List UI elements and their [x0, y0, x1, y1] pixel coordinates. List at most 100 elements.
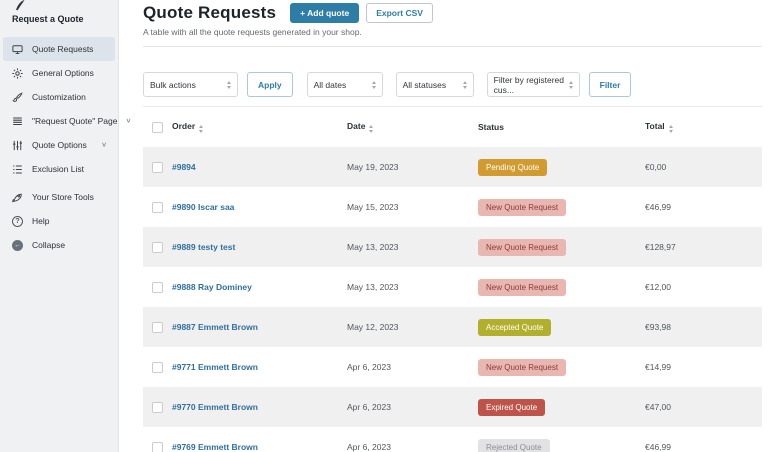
order-link[interactable]: #9888 Ray Dominey — [172, 282, 252, 292]
quote-total: €12,00 — [645, 282, 762, 292]
header-divider — [143, 46, 762, 47]
row-checkbox[interactable] — [152, 162, 163, 173]
page-header: Quote Requests + Add quote Export CSV — [143, 0, 762, 23]
column-header-total[interactable]: Total — [645, 121, 762, 133]
status-badge: Rejected Quote — [478, 439, 550, 452]
status-badge: New Quote Request — [478, 359, 566, 376]
table-row: #9769 Emmett Brown Apr 6, 2023 Rejected … — [143, 427, 762, 452]
row-checkbox[interactable] — [152, 362, 163, 373]
sidebar-item-help[interactable]: ? Help — [3, 209, 115, 233]
quotes-table: Order Date Status Total #9894 May 19, 20… — [143, 106, 762, 452]
quote-date: May 12, 2023 — [347, 322, 478, 332]
header-buttons: + Add quote Export CSV — [290, 3, 433, 23]
quote-total: €93,98 — [645, 322, 762, 332]
table-row: #9770 Emmett Brown Apr 6, 2023 Expired Q… — [143, 387, 762, 427]
select-stepper-icon — [569, 81, 573, 89]
sidebar-nav: Quote Requests General Options Customiza… — [0, 37, 118, 257]
chevron-down-icon: ∨ — [101, 142, 107, 148]
row-checkbox[interactable] — [152, 442, 163, 452]
all-statuses-value: All statuses — [403, 80, 446, 90]
sidebar-item-label: Customization — [32, 92, 86, 102]
status-badge: New Quote Request — [478, 239, 566, 256]
page-lines-icon — [11, 115, 24, 128]
collapse-circle-icon: ← — [11, 239, 24, 252]
list-icon — [11, 163, 24, 176]
sidebar-item-exclusion-list[interactable]: Exclusion List — [3, 157, 115, 181]
bulk-actions-select[interactable]: Bulk actions — [143, 72, 238, 97]
sidebar-item-label: Help — [32, 216, 49, 226]
order-link[interactable]: #9769 Emmett Brown — [172, 442, 258, 452]
export-csv-button[interactable]: Export CSV — [366, 3, 433, 23]
table-row: #9888 Ray Dominey May 13, 2023 New Quote… — [143, 267, 762, 307]
row-checkbox[interactable] — [152, 282, 163, 293]
sidebar-item-quote-requests[interactable]: Quote Requests — [3, 37, 115, 61]
sidebar-item-label: Your Store Tools — [32, 192, 94, 202]
row-checkbox[interactable] — [152, 202, 163, 213]
gear-icon — [11, 67, 24, 80]
status-badge: Pending Quote — [478, 159, 547, 176]
all-statuses-select[interactable]: All statuses — [396, 72, 474, 97]
order-link[interactable]: #9894 — [172, 162, 196, 172]
quote-date: Apr 6, 2023 — [347, 442, 478, 452]
row-checkbox[interactable] — [152, 242, 163, 253]
row-checkbox[interactable] — [152, 322, 163, 333]
sidebar-item-customization[interactable]: Customization — [3, 85, 115, 109]
column-header-status: Status — [478, 122, 645, 132]
add-quote-button[interactable]: + Add quote — [290, 3, 359, 23]
status-badge: Accepted Quote — [478, 319, 551, 336]
sidebar-item-request-quote-page[interactable]: "Request Quote" Page ∨ — [3, 109, 115, 133]
status-badge: Expired Quote — [478, 399, 545, 416]
column-header-order[interactable]: Order — [172, 121, 347, 133]
order-link[interactable]: #9890 Iscar saa — [172, 202, 234, 212]
all-dates-select[interactable]: All dates — [307, 72, 383, 97]
table-header-row: Order Date Status Total — [143, 107, 762, 147]
plugin-title: Request a Quote — [12, 14, 106, 24]
quote-total: €0,00 — [645, 162, 762, 172]
order-link[interactable]: #9771 Emmett Brown — [172, 362, 258, 372]
select-all-checkbox[interactable] — [152, 122, 163, 133]
table-row: #9771 Emmett Brown Apr 6, 2023 New Quote… — [143, 347, 762, 387]
quill-logo-icon — [12, 0, 106, 11]
sidebar-item-label: Quote Requests — [32, 44, 93, 54]
quote-total: €46,99 — [645, 202, 762, 212]
table-row: #9894 May 19, 2023 Pending Quote €0,00 — [143, 147, 762, 187]
sidebar-item-label: Exclusion List — [32, 164, 84, 174]
order-link[interactable]: #9887 Emmett Brown — [172, 322, 258, 332]
table-row: #9889 testy test May 13, 2023 New Quote … — [143, 227, 762, 267]
quote-date: May 13, 2023 — [347, 242, 478, 252]
quote-total: €47,00 — [645, 402, 762, 412]
customer-filter-value: Filter by registered cus... — [494, 75, 565, 95]
quote-total: €14,99 — [645, 362, 762, 372]
order-link[interactable]: #9770 Emmett Brown — [172, 402, 258, 412]
plugin-brand: Request a Quote — [0, 0, 118, 24]
app-window: Request a Quote Quote Requests General O… — [0, 0, 769, 452]
sidebar-item-label: General Options — [32, 68, 94, 78]
status-badge: New Quote Request — [478, 279, 566, 296]
row-checkbox[interactable] — [152, 402, 163, 413]
select-stepper-icon — [463, 81, 467, 89]
select-stepper-icon — [372, 81, 376, 89]
quote-date: May 15, 2023 — [347, 202, 478, 212]
question-circle-icon: ? — [11, 215, 24, 228]
all-dates-value: All dates — [314, 80, 347, 90]
apply-button[interactable]: Apply — [247, 72, 293, 97]
customer-filter-select[interactable]: Filter by registered cus... — [487, 72, 580, 97]
page-subtitle: A table with all the quote requests gene… — [143, 27, 762, 37]
order-link[interactable]: #9889 testy test — [172, 242, 235, 252]
sidebar-item-label: Collapse — [32, 240, 65, 250]
sidebar-item-collapse[interactable]: ← Collapse — [3, 233, 115, 257]
quote-date: May 13, 2023 — [347, 282, 478, 292]
sidebar-item-quote-options[interactable]: Quote Options ∨ — [3, 133, 115, 157]
sidebar-item-general-options[interactable]: General Options — [3, 61, 115, 85]
sliders-icon — [11, 139, 24, 152]
filter-button[interactable]: Filter — [589, 72, 632, 97]
monitor-icon — [11, 43, 24, 56]
brush-icon — [11, 91, 24, 104]
bulk-actions-value: Bulk actions — [150, 80, 196, 90]
sidebar-item-your-store-tools[interactable]: Your Store Tools — [3, 185, 115, 209]
sidebar-item-label: Quote Options — [32, 140, 87, 150]
sort-icon — [669, 125, 673, 133]
filters-bar: Bulk actions Apply All dates All statuse… — [143, 72, 762, 97]
select-stepper-icon — [227, 81, 231, 89]
column-header-date[interactable]: Date — [347, 121, 478, 133]
